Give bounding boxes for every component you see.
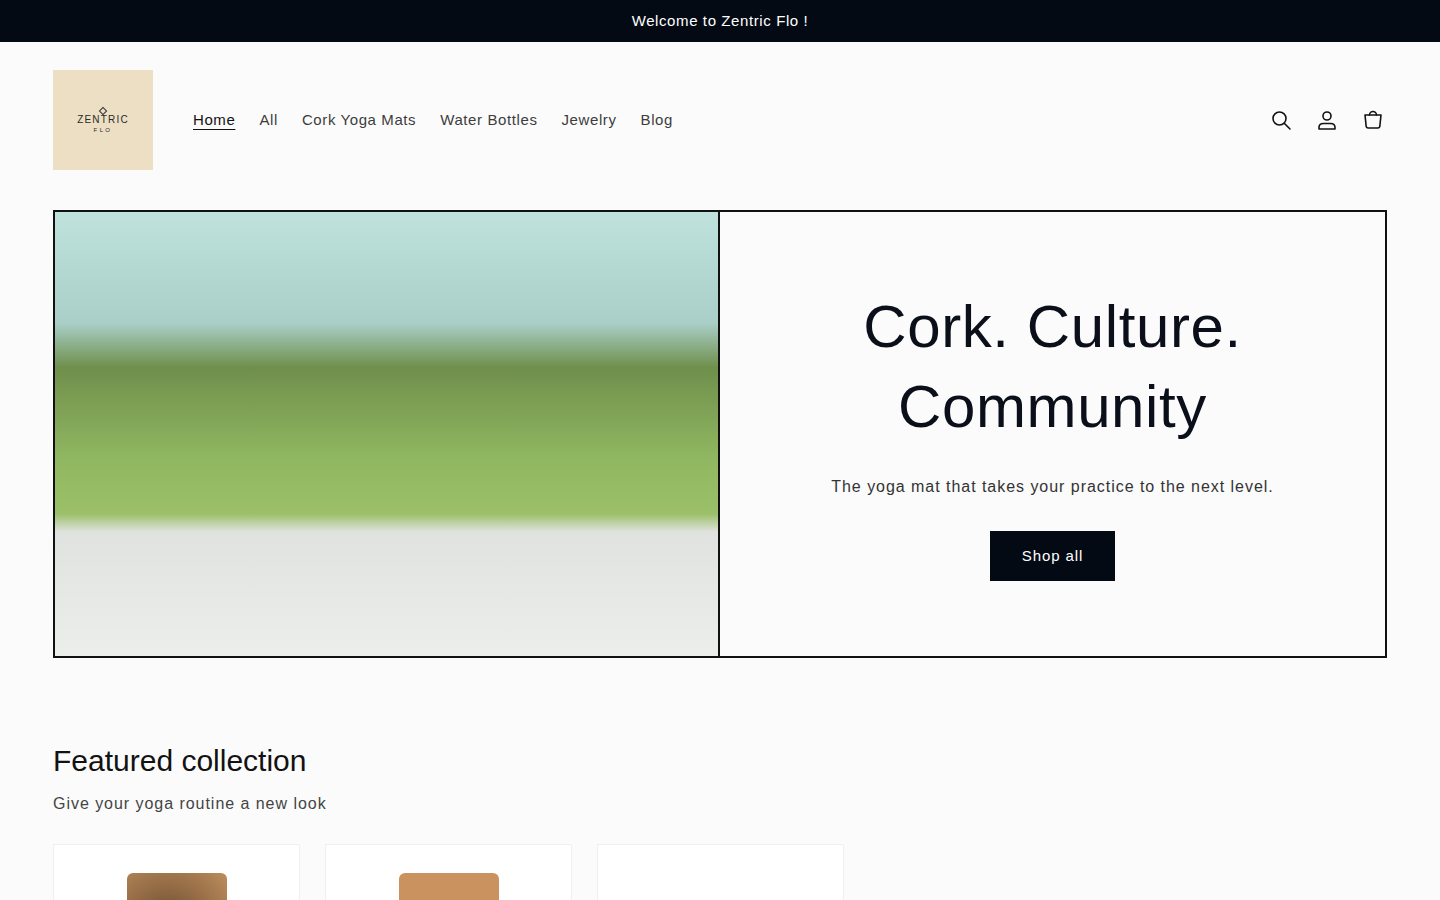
hero-heading-line: Cork. Culture. (863, 287, 1242, 367)
product-card[interactable] (325, 844, 572, 900)
announcement-text: Welcome to Zentric Flo ! (632, 10, 809, 33)
logo[interactable]: ZENTRIC FLO (53, 70, 153, 170)
product-card[interactable] (53, 844, 300, 900)
nav-link[interactable]: Cork Yoga Mats (302, 105, 416, 136)
nav-link[interactable]: Jewelry (561, 105, 616, 136)
product-image (127, 873, 227, 900)
header-icons (1267, 106, 1387, 134)
nav-link[interactable]: Home (193, 105, 235, 136)
featured-subtitle: Give your yoga routine a new look (53, 792, 1387, 816)
hero-text: The yoga mat that takes your practice to… (831, 475, 1273, 499)
product-grid (53, 844, 1387, 900)
announcement-bar: Welcome to Zentric Flo ! (0, 0, 1440, 42)
nav-link[interactable]: All (259, 105, 277, 136)
product-image (671, 873, 771, 900)
logo-sub: FLO (94, 127, 113, 133)
featured-title: Featured collection (53, 742, 1387, 780)
hero-banner: Cork. Culture.Community The yoga mat that… (53, 210, 1387, 658)
search-icon[interactable] (1267, 106, 1295, 134)
account-icon[interactable] (1313, 106, 1341, 134)
main-nav: Home All Cork Yoga Mats Water Bottles Jewelr… (193, 105, 673, 136)
site-header: ZENTRIC FLO Home All Cork Yoga Mats Water Bot… (0, 42, 1440, 198)
hero-photo (55, 212, 720, 656)
product-image (399, 873, 499, 900)
featured-collection: Featured collection Give your yoga routin… (0, 742, 1440, 900)
shop-all-button[interactable]: Shop all (990, 531, 1115, 581)
logo-diamond-icon (99, 106, 107, 114)
nav-link[interactable]: Blog (641, 105, 673, 136)
cart-icon[interactable] (1359, 106, 1387, 134)
hero-content: Cork. Culture.Community The yoga mat that… (720, 212, 1385, 656)
hero-heading-line: Community (863, 367, 1242, 447)
hero-heading: Cork. Culture.Community (863, 287, 1242, 447)
nav-link[interactable]: Water Bottles (440, 105, 537, 136)
product-card[interactable] (597, 844, 844, 900)
hero-section: Cork. Culture.Community The yoga mat that… (0, 210, 1440, 658)
logo-name: ZENTRIC (77, 115, 129, 125)
